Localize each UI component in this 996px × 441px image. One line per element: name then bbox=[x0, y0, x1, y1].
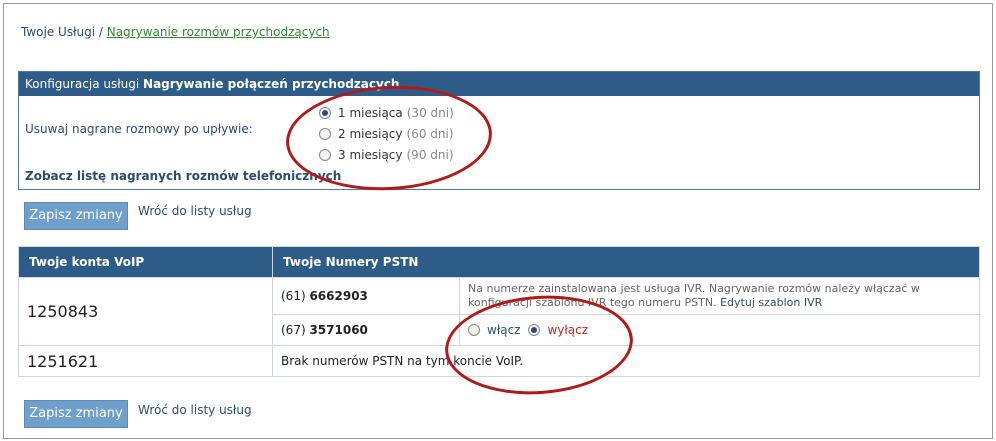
service-config-panel: Konfiguracja usługi Nagrywanie połączeń … bbox=[18, 71, 980, 190]
voip-account: 1250843 bbox=[18, 277, 273, 346]
recordings-list-link[interactable]: Zobacz listę nagranych rozmów telefonicz… bbox=[25, 169, 341, 183]
config-header: Konfiguracja usługi Nagrywanie połączeń … bbox=[19, 72, 979, 96]
save-button[interactable]: Zapisz zmiany bbox=[24, 400, 128, 428]
breadcrumb-root[interactable]: Twoje Usługi bbox=[21, 25, 95, 39]
header-voip: Twoje konta VoIP bbox=[18, 246, 273, 278]
number-prefix: (61) bbox=[281, 289, 310, 303]
config-header-prefix: Konfiguracja usługi bbox=[25, 77, 144, 91]
voip-account: 1251621 bbox=[18, 345, 273, 377]
number-prefix: (67) bbox=[281, 323, 310, 337]
retention-label: Usuwaj nagrane rozmowy po upływie: bbox=[25, 122, 253, 136]
breadcrumb-separator: / bbox=[95, 25, 107, 39]
table-header-row: Twoje konta VoIP Twoje Numery PSTN bbox=[18, 246, 980, 278]
breadcrumb: Twoje Usługi / Nagrywanie rozmów przycho… bbox=[21, 25, 330, 39]
save-button[interactable]: Zapisz zmiany bbox=[24, 202, 128, 230]
pstn-number: (61) 6662903 bbox=[272, 277, 460, 315]
number-value: 6662903 bbox=[309, 289, 368, 303]
back-to-services-link[interactable]: Wróć do listy usług bbox=[138, 403, 252, 417]
breadcrumb-current-link[interactable]: Nagrywanie rozmów przychodzących bbox=[107, 25, 330, 39]
number-value: 3571060 bbox=[309, 323, 368, 337]
edit-ivr-template-link[interactable]: Edytuj szablon IVR bbox=[720, 296, 822, 309]
back-to-services-link[interactable]: Wróć do listy usług bbox=[138, 204, 252, 218]
header-pstn: Twoje Numery PSTN bbox=[272, 246, 980, 278]
pstn-number: (67) 3571060 bbox=[272, 314, 460, 346]
